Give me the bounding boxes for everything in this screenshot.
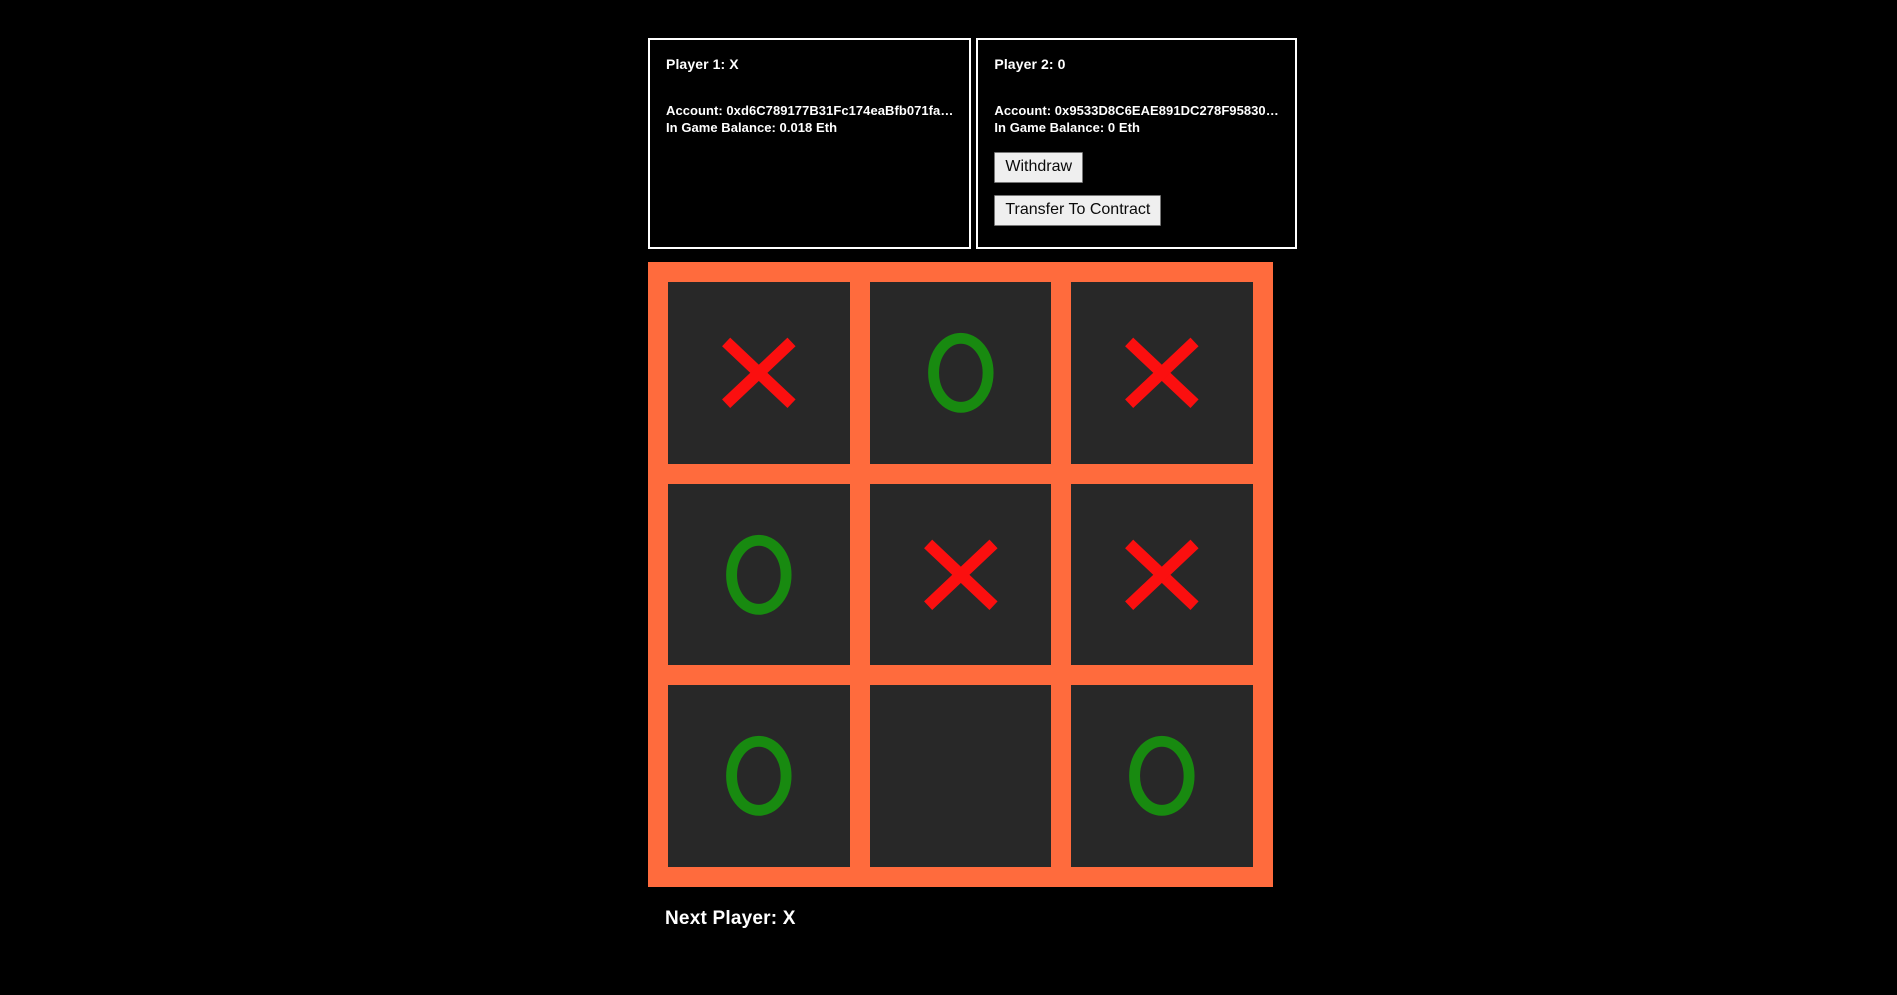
player-2-account: Account: 0x9533D8C6EAE891DC278F95830…	[994, 103, 1279, 118]
player-2-balance: In Game Balance: 0 Eth	[994, 120, 1140, 135]
board-cell-7[interactable]	[869, 685, 1052, 868]
mark-o-icon	[668, 484, 850, 666]
board-cell-0[interactable]	[668, 282, 850, 464]
player-2-title: Player 2: 0	[994, 56, 1066, 72]
board-cell-2[interactable]	[1071, 282, 1253, 464]
board-cell-1[interactable]	[869, 282, 1052, 464]
mark-x-icon	[870, 484, 1052, 666]
board-cell-8[interactable]	[1071, 685, 1253, 868]
mark-x-icon	[1071, 282, 1253, 464]
player-2-actions: Withdraw Transfer To Contract	[994, 152, 1278, 226]
board-cell-3[interactable]	[668, 483, 850, 666]
mark-x-icon	[668, 282, 850, 464]
mark-o-icon	[870, 282, 1052, 464]
transfer-to-contract-button[interactable]: Transfer To Contract	[994, 195, 1162, 226]
game-board	[648, 262, 1273, 887]
next-player-status: Next Player: X	[665, 908, 796, 929]
player-1-panel: Player 1: X Account: 0xd6C789177B31Fc174…	[648, 38, 972, 249]
board-cell-4[interactable]	[869, 483, 1052, 666]
app-root: Player 1: X Account: 0xd6C789177B31Fc174…	[0, 0, 1897, 995]
mark-x-icon	[1071, 484, 1253, 666]
player-1-title: Player 1: X	[666, 56, 739, 72]
mark-o-icon	[1071, 685, 1253, 867]
player-1-account: Account: 0xd6C789177B31Fc174eaBfb071fa…	[666, 103, 954, 118]
players-info-row: Player 1: X Account: 0xd6C789177B31Fc174…	[648, 38, 1297, 249]
withdraw-button[interactable]: Withdraw	[994, 152, 1084, 183]
board-cell-5[interactable]	[1071, 483, 1253, 666]
player-1-balance: In Game Balance: 0.018 Eth	[666, 120, 838, 135]
player-2-panel: Player 2: 0 Account: 0x9533D8C6EAE891DC2…	[976, 38, 1297, 249]
board-cell-6[interactable]	[668, 685, 850, 868]
mark-o-icon	[668, 685, 850, 867]
